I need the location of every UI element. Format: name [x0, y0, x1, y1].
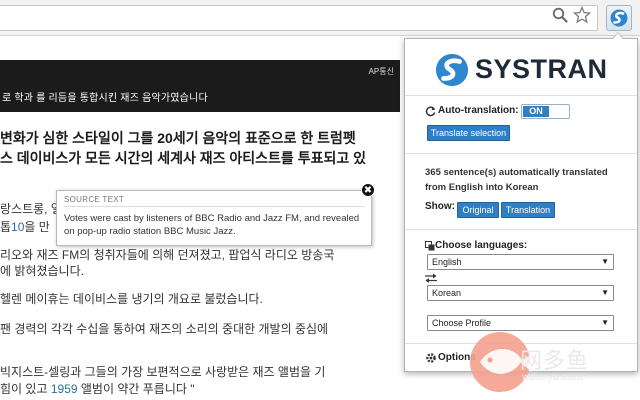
target-language-select[interactable]: Korean ▼	[427, 285, 614, 301]
source-text-tooltip: SOURCE TEXT Votes were cast by listeners…	[56, 190, 372, 246]
source-language-select[interactable]: English ▼	[427, 254, 614, 270]
systran-extension-button[interactable]	[606, 5, 632, 31]
languages-icon	[425, 241, 435, 251]
tooltip-divider	[63, 206, 365, 207]
paragraph-7: 빅지스트-셀링과 그들의 가장 보편적으로 사랑받은 재즈 앨범을 기	[0, 365, 326, 379]
toggle-on-label: ON	[523, 106, 549, 117]
show-original-button[interactable]: Original	[457, 202, 499, 218]
paragraph-2-number: 10	[11, 220, 25, 234]
paragraph-8-text: 힘이 있고	[0, 382, 51, 396]
target-language-value: Korean	[432, 288, 462, 298]
translate-selection-button[interactable]: Translate selection	[427, 125, 510, 141]
refresh-icon	[425, 106, 436, 117]
article-photo: AP통신 로 학과 를 리듬을 통합시킨 재즈 음악가였습니다	[0, 60, 400, 112]
paragraph-2-text: 톱	[0, 220, 12, 234]
choose-languages-label: Choose languages:	[435, 240, 528, 251]
headline-line-1: 변화가 심한 스타일이 그를 20세기 음악의 표준으로 한 트럼펫	[0, 130, 356, 146]
tooltip-title: SOURCE TEXT	[64, 195, 125, 204]
divider	[405, 95, 637, 96]
sentence-count-text: 365 sentence(s) automatically translated…	[425, 167, 608, 193]
paragraph-5: 헬렌 메이휴는 데이비스를 냉기의 개요로 불렀습니다.	[0, 292, 263, 306]
photo-caption: 로 학과 를 리듬을 통합시킨 재즈 음악가였습니다	[2, 93, 208, 104]
paragraph-2-rest: 을 만	[24, 220, 50, 234]
systran-logo-icon	[610, 9, 628, 27]
star-icon[interactable]	[573, 6, 591, 24]
tooltip-close-icon[interactable]: ✖	[361, 183, 375, 197]
divider	[405, 153, 637, 154]
chevron-down-icon: ▼	[601, 288, 609, 297]
browser-toolbar	[0, 0, 640, 36]
address-bar[interactable]	[0, 5, 598, 31]
auto-translation-label: Auto-translation:	[438, 105, 519, 116]
divider	[405, 229, 637, 230]
show-label: Show:	[425, 201, 455, 212]
source-language-value: English	[432, 257, 462, 267]
headline-line-2: 스 데이비스가 모든 시간의 세계사 재즈 아티스트를 투표되고 있	[0, 150, 366, 166]
paragraph-4: 에 밝혀졌습니다.	[0, 264, 84, 278]
zoom-icon[interactable]	[552, 7, 568, 23]
paragraph-3: 리오와 재즈 FM의 청취자들에 의해 던져졌고, 팝업식 라디오 방송국	[0, 248, 335, 262]
paragraph-8: 힘이 있고 1959 앨범이 약간 푸릅니다 "	[0, 380, 400, 397]
gear-icon	[426, 353, 436, 363]
paragraph-6: 팬 경력의 각각 수십을 통하여 재즈의 소리의 중대한 개발의 중심에	[0, 322, 329, 336]
systran-logo-icon	[435, 53, 469, 87]
chevron-down-icon: ▼	[601, 257, 609, 266]
watermark-text: 网多鱼	[520, 349, 590, 374]
show-translation-button[interactable]: Translation	[501, 202, 555, 218]
auto-translation-toggle[interactable]: ON	[521, 104, 570, 119]
photo-credit: AP통신	[368, 67, 394, 76]
brand-name: SYSTRAN	[475, 54, 608, 84]
popup-arrow-inner	[613, 33, 623, 39]
tooltip-source-text: Votes were cast by listeners of BBC Radi…	[64, 213, 360, 237]
paragraph-8-rest: 앨범이 약간 푸릅니다 "	[77, 382, 195, 396]
watermark-url: wduoyu.com	[522, 372, 584, 383]
paragraph-8-year: 1959	[50, 382, 78, 396]
swap-languages-icon[interactable]	[425, 273, 437, 283]
article-headline: 변화가 심한 스타일이 그를 20세기 음악의 표준으로 한 트럼펫 스 데이비…	[0, 128, 400, 168]
